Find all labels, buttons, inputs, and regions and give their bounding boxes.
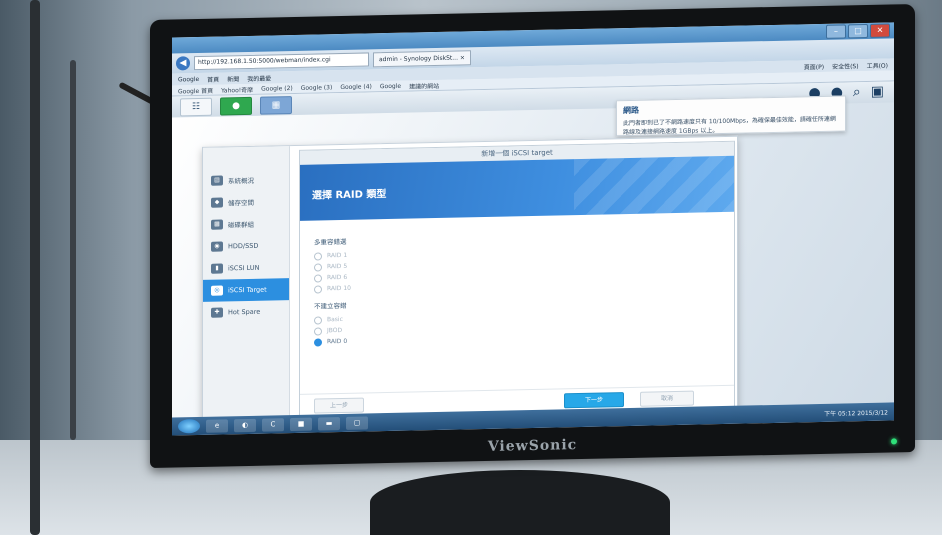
sidebar-item-iscsi-target[interactable]: ◎ iSCSI Target bbox=[203, 278, 289, 302]
chrome-taskbar-icon[interactable]: C bbox=[262, 417, 284, 432]
sidebar-item-label: iSCSI LUN bbox=[228, 263, 260, 273]
radio-label: RAID 10 bbox=[327, 284, 351, 293]
widgets-icon[interactable]: ▣ bbox=[871, 84, 884, 100]
maximize-button[interactable]: □ bbox=[848, 23, 868, 39]
sidebar-item-iscsi-lun[interactable]: ▮ iSCSI LUN bbox=[203, 256, 289, 280]
browser-tab[interactable]: admin - Synology DiskSt... × bbox=[373, 49, 471, 67]
menu-item[interactable]: 頁面(P) bbox=[804, 61, 824, 70]
sidebar-item-hdd-ssd[interactable]: ◉ HDD/SSD bbox=[203, 234, 289, 258]
wizard-body: 多重容錯選 RAID 1 RAID 5 RAID 6 RAID 10 不建立容錯… bbox=[300, 212, 734, 358]
monitor: – □ ✕ ◀ http://192.168.1.50:5000/webman/… bbox=[150, 3, 915, 469]
network-notification[interactable]: 網路 此門者即到已了不網路速度只有 10/100Mbps，為確保最佳效能，請確任… bbox=[616, 95, 846, 137]
radio-label: RAID 6 bbox=[327, 273, 348, 282]
radio-label: RAID 5 bbox=[327, 262, 348, 271]
radio-selected-icon bbox=[314, 337, 322, 347]
address-bar[interactable]: http://192.168.1.50:5000/webman/index.cg… bbox=[194, 52, 369, 71]
radio-icon bbox=[314, 284, 322, 294]
menu-item[interactable]: 安全性(S) bbox=[832, 61, 859, 71]
radio-icon bbox=[314, 273, 322, 283]
overview-icon: ▤ bbox=[211, 175, 223, 186]
start-button[interactable] bbox=[178, 418, 200, 434]
sidebar-item-label: 儲存空間 bbox=[228, 198, 254, 208]
storage-sidebar: ▤ 系統概況 ◆ 儲存空間 ▦ 磁碟群組 ◉ HDD/SSD ▮ iSCSI L… bbox=[203, 146, 290, 424]
app-taskbar-icon[interactable]: ■ bbox=[290, 417, 312, 431]
radio-label: RAID 0 bbox=[327, 337, 348, 346]
back-icon[interactable]: ◀ bbox=[176, 56, 190, 71]
search-icon[interactable]: ⌕ bbox=[853, 84, 861, 100]
menu-item[interactable]: 工具(O) bbox=[867, 60, 888, 69]
sidebar-item-overview[interactable]: ▤ 系統概況 bbox=[203, 168, 289, 192]
disk-group-icon: ▦ bbox=[211, 219, 223, 230]
radio-icon bbox=[314, 315, 322, 325]
app-taskbar-icon[interactable]: ▢ bbox=[346, 415, 368, 430]
iscsi-target-icon: ◎ bbox=[211, 285, 223, 296]
radio-icon bbox=[314, 326, 322, 336]
radio-label: JBOD bbox=[327, 326, 343, 335]
sidebar-item-label: 系統概況 bbox=[228, 176, 254, 186]
explorer-taskbar-icon[interactable]: ◐ bbox=[234, 418, 256, 432]
menu-item[interactable]: 首頁 bbox=[207, 74, 219, 83]
sidebar-item-label: HDD/SSD bbox=[228, 241, 259, 251]
sidebar-item-disk-group[interactable]: ▦ 磁碟群組 bbox=[203, 212, 289, 236]
sidebar-item-label: Hot Spare bbox=[228, 307, 261, 317]
previous-button[interactable]: 上一步 bbox=[314, 397, 364, 414]
sidebar-header bbox=[203, 146, 289, 170]
iscsi-lun-icon: ▮ bbox=[211, 263, 223, 274]
radio-label: Basic bbox=[327, 315, 343, 324]
cable bbox=[70, 60, 76, 440]
hot-spare-icon: ✚ bbox=[211, 307, 223, 318]
wizard-step-title: 選擇 RAID 類型 bbox=[312, 189, 387, 202]
monitor-stand bbox=[370, 470, 670, 535]
cancel-button[interactable]: 取消 bbox=[640, 390, 694, 407]
sidebar-item-label: 磁碟群組 bbox=[228, 220, 254, 230]
banner-decoration bbox=[574, 155, 734, 216]
wizard-banner: 選擇 RAID 類型 bbox=[300, 155, 734, 221]
app-taskbar-icon[interactable]: ▬ bbox=[318, 416, 340, 430]
favorite-link[interactable]: Google (2) bbox=[261, 85, 293, 93]
main-menu-button[interactable]: ☷ bbox=[180, 97, 212, 117]
ie-taskbar-icon[interactable]: e bbox=[206, 418, 228, 433]
window-controls: – □ ✕ bbox=[826, 23, 890, 39]
menu-item[interactable]: 我的最愛 bbox=[247, 73, 271, 83]
close-button[interactable]: ✕ bbox=[870, 23, 890, 38]
favorite-link[interactable]: Google (4) bbox=[340, 83, 372, 91]
minimize-button[interactable]: – bbox=[826, 24, 846, 39]
radio-icon bbox=[314, 251, 322, 261]
storage-manager-icon[interactable]: ▦ bbox=[260, 96, 292, 115]
favorite-link[interactable]: Google 首頁 bbox=[178, 85, 213, 95]
volume-icon: ◆ bbox=[211, 197, 223, 208]
package-center-icon[interactable]: ● bbox=[220, 96, 252, 116]
favorite-link[interactable]: 建議的網站 bbox=[409, 80, 439, 90]
sidebar-item-volume[interactable]: ◆ 儲存空間 bbox=[203, 190, 289, 214]
next-button[interactable]: 下一步 bbox=[564, 392, 624, 409]
storage-manager-window: ▤ 系統概況 ◆ 儲存空間 ▦ 磁碟群組 ◉ HDD/SSD ▮ iSCSI L… bbox=[202, 135, 738, 425]
cable bbox=[30, 0, 40, 535]
favorite-link[interactable]: Yahoo!奇摩 bbox=[221, 84, 253, 94]
radio-icon bbox=[314, 262, 322, 272]
menu-item[interactable]: 新聞 bbox=[227, 74, 239, 83]
favorite-link[interactable]: Google (3) bbox=[301, 84, 333, 92]
hdd-icon: ◉ bbox=[211, 241, 223, 252]
create-iscsi-target-wizard: 新增一個 iSCSI target 選擇 RAID 類型 多重容錯選 RAID … bbox=[299, 140, 735, 420]
radio-label: RAID 1 bbox=[327, 251, 348, 260]
screen: – □ ✕ ◀ http://192.168.1.50:5000/webman/… bbox=[172, 22, 894, 436]
system-clock: 下午 05:12 2015/3/12 bbox=[824, 409, 888, 418]
menu-item[interactable]: Google bbox=[178, 75, 199, 82]
favorite-link[interactable]: Google bbox=[380, 82, 401, 89]
sidebar-item-label: iSCSI Target bbox=[228, 285, 267, 295]
sidebar-item-hot-spare[interactable]: ✚ Hot Spare bbox=[203, 300, 289, 324]
